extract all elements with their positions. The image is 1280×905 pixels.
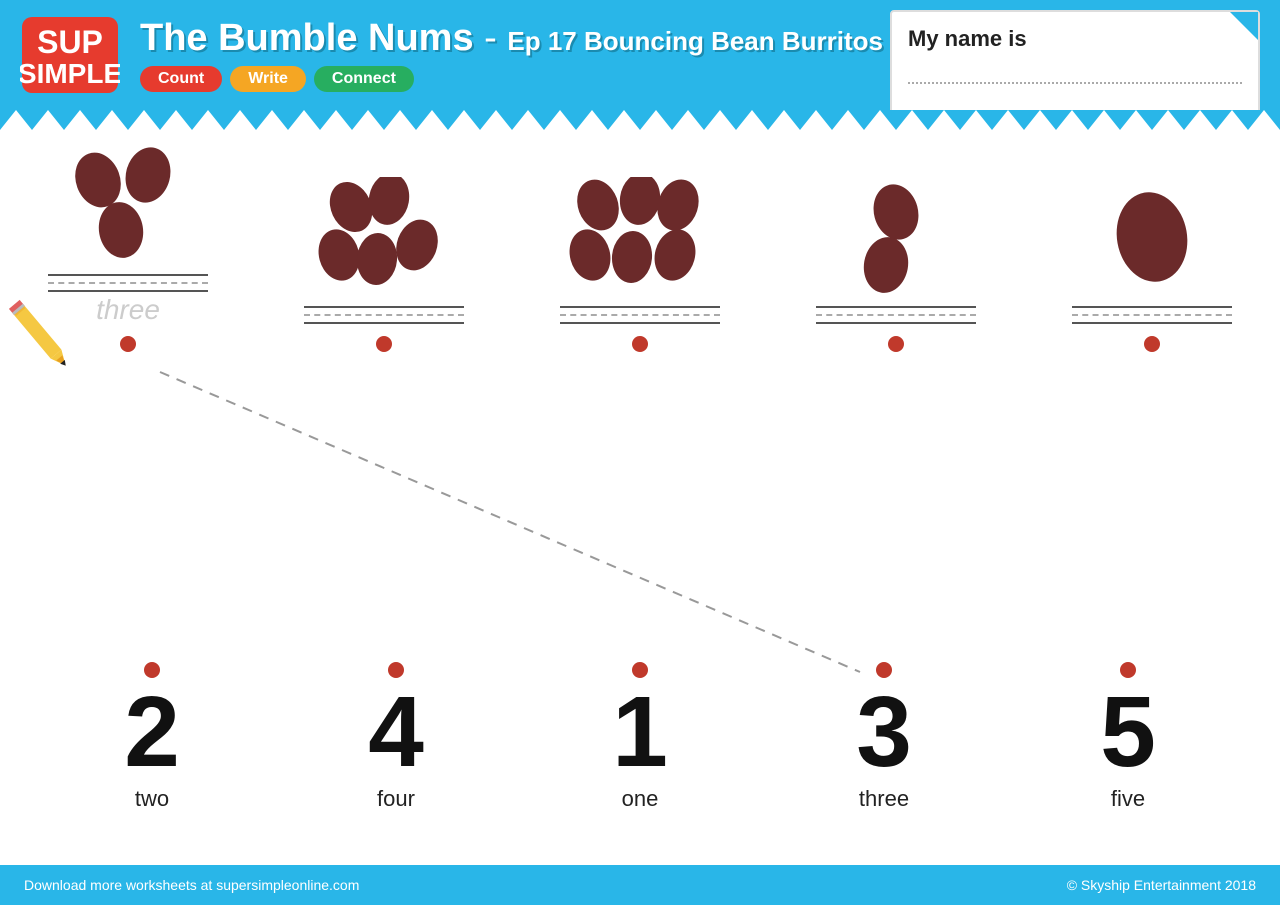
number-display-5: 5 xyxy=(1100,682,1156,782)
solid-line2 xyxy=(1072,322,1232,324)
beans-section: three xyxy=(0,130,1280,362)
number-display-4: 3 xyxy=(856,682,912,782)
bean-group-3 xyxy=(550,172,730,352)
solid-line2 xyxy=(304,322,464,324)
svg-text:SUP: SUP xyxy=(37,24,103,60)
number-group-1: 2 two xyxy=(62,662,242,812)
solid-line xyxy=(1072,306,1232,308)
write-lines-3 xyxy=(560,306,720,324)
main-title: The Bumble Nums - Ep 17 Bouncing Bean Bu… xyxy=(140,18,883,60)
number-word-1: two xyxy=(135,786,169,812)
number-display-2: 4 xyxy=(368,682,424,782)
dot-connector-2 xyxy=(376,336,392,352)
dashed-line xyxy=(304,314,464,316)
dashed-line xyxy=(560,314,720,316)
number-group-5: 5 five xyxy=(1038,662,1218,812)
number-group-2: 4 four xyxy=(306,662,486,812)
solid-line xyxy=(560,306,720,308)
name-card-corner xyxy=(1230,12,1258,40)
name-card-line xyxy=(908,82,1242,84)
title-text: The Bumble Nums xyxy=(140,17,474,59)
bean-group-2 xyxy=(294,172,474,352)
number-word-2: four xyxy=(377,786,415,812)
write-lines-2 xyxy=(304,306,464,324)
zigzag-border xyxy=(0,110,1280,130)
bean-area-2 xyxy=(304,172,464,302)
write-lines-5 xyxy=(1072,306,1232,324)
logo: SUP SIMPLE xyxy=(20,15,120,95)
dot-connector-5 xyxy=(1144,336,1160,352)
number-word-3: one xyxy=(622,786,659,812)
footer-left: Download more worksheets at supersimpleo… xyxy=(24,877,359,893)
header: SUP SIMPLE The Bumble Nums - Ep 17 Bounc… xyxy=(0,0,1280,110)
title-area: The Bumble Nums - Ep 17 Bouncing Bean Bu… xyxy=(140,18,883,92)
solid-line2 xyxy=(560,322,720,324)
solid-line2 xyxy=(816,322,976,324)
bean-area-4 xyxy=(816,172,976,302)
dot-connector-1 xyxy=(120,336,136,352)
tab-count[interactable]: Count xyxy=(140,66,222,92)
number-group-3: 1 one xyxy=(550,662,730,812)
dashed-line xyxy=(816,314,976,316)
solid-line xyxy=(304,306,464,308)
solid-line xyxy=(48,274,208,276)
footer-right: © Skyship Entertainment 2018 xyxy=(1067,877,1256,893)
tab-connect[interactable]: Connect xyxy=(314,66,414,92)
tab-row: Count Write Connect xyxy=(140,66,883,92)
tab-write[interactable]: Write xyxy=(230,66,306,92)
word-hint-1: three xyxy=(96,294,160,326)
dashed-line xyxy=(1072,314,1232,316)
bean-group-5 xyxy=(1062,172,1242,352)
number-display-1: 2 xyxy=(124,682,180,782)
name-card-label: My name is xyxy=(908,26,1242,52)
number-word-5: five xyxy=(1111,786,1145,812)
solid-line xyxy=(816,306,976,308)
footer: Download more worksheets at supersimpleo… xyxy=(0,865,1280,905)
numbers-section: 2 two 4 four 1 one 3 three 5 five xyxy=(0,662,1280,812)
connection-line xyxy=(30,362,1250,682)
write-lines-4 xyxy=(816,306,976,324)
number-word-4: three xyxy=(859,786,909,812)
dashed-line xyxy=(48,282,208,284)
number-group-4: 3 three xyxy=(794,662,974,812)
write-lines-1 xyxy=(48,274,208,292)
dot-connector-3 xyxy=(632,336,648,352)
bean-group-1: three xyxy=(38,140,218,352)
bean-area-5 xyxy=(1072,172,1232,302)
bean-group-4 xyxy=(806,172,986,352)
number-display-3: 1 xyxy=(612,682,668,782)
connect-area xyxy=(30,362,1250,682)
dot-connector-4 xyxy=(888,336,904,352)
bean-area-1 xyxy=(48,140,208,270)
subtitle-text: Ep 17 Bouncing Bean Burritos xyxy=(507,26,883,56)
bean-area-3 xyxy=(560,172,720,302)
solid-line2 xyxy=(48,290,208,292)
svg-text:SIMPLE: SIMPLE xyxy=(20,58,120,89)
